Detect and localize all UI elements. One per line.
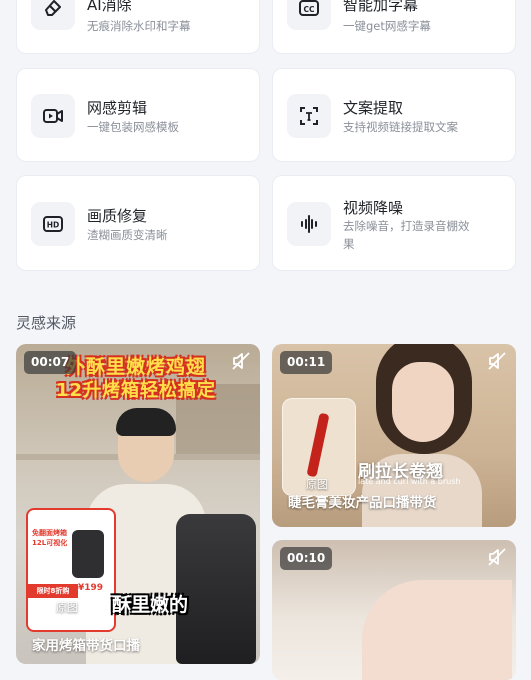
tool-title: 文案提取: [343, 99, 404, 117]
overlay-title-line2: late and curl with a brush: [358, 477, 461, 486]
tool-title: 画质修复: [87, 207, 148, 225]
original-tag: 原图: [56, 601, 78, 614]
video-caption: 睫毛膏美妆产品口播带货: [288, 495, 437, 511]
video-clip-icon: [31, 94, 75, 138]
promo-price: ¥199: [78, 583, 104, 593]
tool-desc: 渣糊画质变清晰: [87, 228, 168, 242]
video-subtitle: 酥里嫩的: [112, 594, 189, 616]
tool-desc: 支持视频链接提取文案: [343, 120, 458, 134]
tool-title: AI消除: [87, 0, 132, 14]
tool-desc: 一键get网感字幕: [343, 19, 431, 33]
tool-card-copy-extract[interactable]: 文案提取 支持视频链接提取文案: [272, 68, 516, 162]
tool-title: 智能加字幕: [343, 0, 419, 14]
eraser-icon: [31, 0, 75, 30]
mute-icon[interactable]: [486, 546, 508, 568]
mute-icon[interactable]: [486, 350, 508, 372]
tool-card-ai-erase[interactable]: AI消除 无痕消除水印和字幕: [16, 0, 260, 54]
section-title-inspiration: 灵感来源: [16, 314, 77, 332]
sound-wave-icon: [287, 202, 331, 246]
hd-icon: HD: [31, 202, 75, 246]
text-extract-icon: [287, 94, 331, 138]
tool-title: 网感剪辑: [87, 99, 148, 117]
tool-desc: 无痕消除水印和字幕: [87, 19, 191, 33]
tool-card-template-edit[interactable]: 网感剪辑 一键包装网感模板: [16, 68, 260, 162]
original-tag: 原图: [306, 478, 328, 491]
tool-title: 视频降噪: [343, 199, 404, 217]
video-caption: 家用烤箱带货口播: [32, 638, 140, 654]
tool-card-quality-restore[interactable]: HD 画质修复 渣糊画质变清晰: [16, 175, 260, 271]
cc-icon: CC: [287, 0, 331, 30]
video-card-oven[interactable]: 外酥里嫩烤鸡翅 12升烤箱轻松搞定 免翻面烤箱 12L可视化 限时8折购 ¥19…: [16, 344, 260, 664]
duration-badge: 00:07: [24, 351, 77, 374]
tool-card-denoise[interactable]: 视频降噪 去除噪音，打造录音棚效果: [272, 175, 516, 271]
tool-desc: 去除噪音，打造录音棚效果: [343, 219, 470, 251]
tool-card-subtitles[interactable]: CC 智能加字幕 一键get网感字幕: [272, 0, 516, 54]
promo-badge-2: 12L可视化: [32, 539, 68, 547]
svg-text:HD: HD: [47, 221, 60, 230]
duration-badge: 00:11: [280, 351, 333, 374]
svg-text:CC: CC: [303, 5, 315, 14]
overlay-title-line2: 12升烤箱轻松搞定: [56, 380, 217, 401]
overlay-title-line1: 外酥里嫩烤鸡翅: [66, 356, 207, 378]
mute-icon[interactable]: [230, 350, 252, 372]
tool-desc: 一键包装网感模板: [87, 120, 179, 134]
video-card-third[interactable]: 00:10: [272, 540, 516, 680]
video-card-mascara[interactable]: 刷拉长卷翘 late and curl with a brush 原图 睫毛膏美…: [272, 344, 516, 527]
duration-badge: 00:10: [280, 547, 333, 570]
air-fryer-image: [176, 514, 256, 664]
promo-price-tag: 限时8折购: [28, 584, 78, 598]
promo-badge-1: 免翻面烤箱: [32, 529, 67, 537]
hand-image: [362, 580, 512, 680]
